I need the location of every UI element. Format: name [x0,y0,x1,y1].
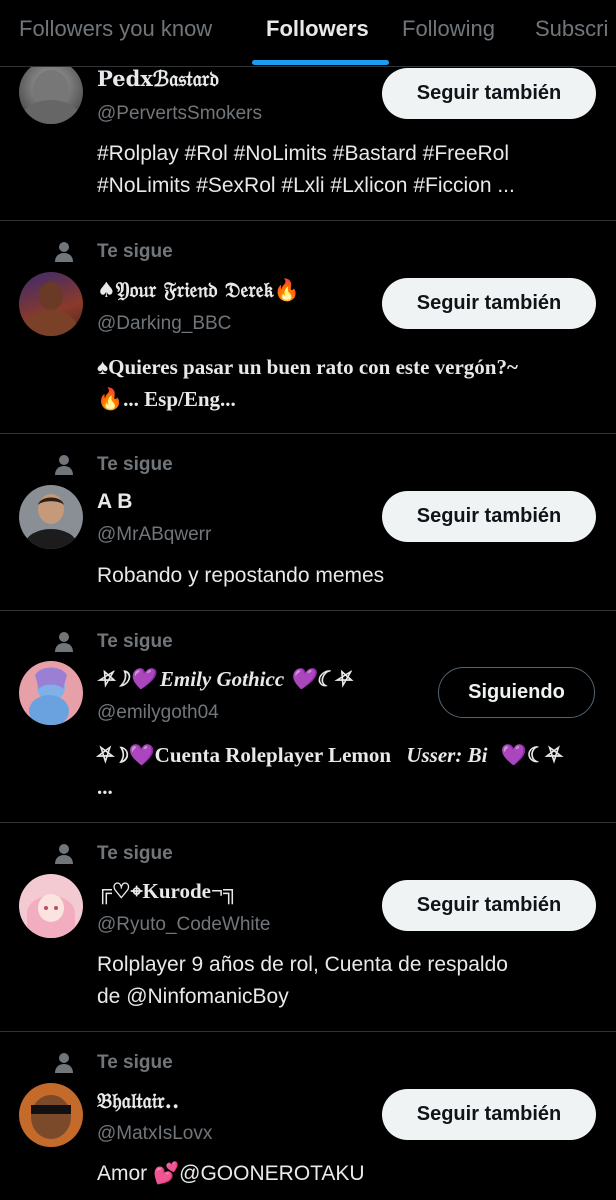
display-name[interactable]: ♠𝔜𝔬𝔲𝔯 𝔉𝔯𝔦𝔢𝔫𝔡 𝔇𝔢𝔯𝔢𝔨🔥 [97,277,300,303]
follows-you-label: Te sigue [97,241,173,262]
avatar-image [27,894,75,938]
follow-back-button[interactable]: Seguir también [382,278,596,329]
user-handle[interactable]: @Darking_BBC [97,313,231,335]
follows-you-label: Te sigue [97,843,173,864]
follow-back-button[interactable]: Seguir también [382,880,596,931]
bio-line: Amor 💕@GOONEROTAKU [97,1162,365,1185]
avatar-image [29,667,69,725]
follower-row[interactable]: Pedxℬ𝔞𝔰𝔱𝔞𝔯𝔡 @PervertsSmokers Seguir tamb… [0,66,616,221]
user-bio: Robando y repostando memes [97,560,596,592]
bio-line: 🔥... Esp/Eng... [97,387,236,411]
person-icon [55,1053,73,1073]
avatar[interactable] [19,661,83,725]
display-name[interactable]: ⛧☽💜 Emily Gothicc 💜☾⛧ [97,667,351,692]
avatar-image [31,1095,71,1139]
bio-line: ... [97,775,113,799]
follows-you-label: Te sigue [97,631,173,652]
follow-back-button[interactable]: Seguir también [382,1089,596,1140]
avatar[interactable] [19,874,83,938]
active-tab-indicator [252,60,389,65]
bio-line: ♠Quieres pasar un buen rato con este ver… [97,355,518,379]
person-icon [55,844,73,864]
person-icon [55,455,73,475]
follows-you-context: Te sigue [54,452,173,478]
tab-subscriptions[interactable]: Subscri [535,16,608,42]
display-name[interactable]: A B [97,490,132,514]
person-icon [55,242,73,262]
follow-back-button[interactable]: Seguir también [382,68,596,119]
avatar[interactable] [19,485,83,549]
follower-row[interactable]: Te sigue ╔♡⌖Kurode¬╗ @Ryuto_CodeWhite Se… [0,823,616,1032]
avatar[interactable] [19,272,83,336]
user-bio: Amor 💕@GOONEROTAKU [97,1158,596,1190]
following-button[interactable]: Siguiendo [438,667,595,718]
tab-followers-you-know[interactable]: Followers you know [19,16,212,42]
user-bio: Rolplayer 9 años de rol, Cuenta de respa… [97,949,596,1013]
person-icon [55,632,73,652]
display-name[interactable]: ╔♡⌖Kurode¬╗ [97,879,238,904]
user-bio: ♠Quieres pasar un buen rato con este ver… [97,351,596,415]
avatar-image [23,70,79,124]
follows-you-label: Te sigue [97,454,173,475]
user-handle[interactable]: @MatxIsLovx [97,1123,212,1145]
follows-you-label: Te sigue [97,1052,173,1073]
bio-line: #Rolplay #Rol #NoLimits #Bastard #FreeRo… [97,142,510,165]
bio-line: Robando y repostando memes [97,564,385,587]
bio-line: ⛧☽💜Cuenta Roleplayer Lemon Usser: Bi 💜☾⛧ [97,739,596,771]
tab-following[interactable]: Following [402,16,495,42]
profile-tab-bar: Followers you know Followers Following S… [0,0,616,67]
follower-row[interactable]: Te sigue ⛧☽💜 Emily Gothicc 💜☾⛧ @emilygot… [0,611,616,823]
follower-row[interactable]: Te sigue 𝔅𝔥𝔞𝔩𝔱𝔞𝔦𝔯.. @MatxIsLovx Seguir t… [0,1032,616,1200]
follows-you-context: Te sigue [54,629,173,655]
follow-back-button[interactable]: Seguir también [382,491,596,542]
display-name[interactable]: Pedxℬ𝔞𝔰𝔱𝔞𝔯𝔡 [97,66,219,92]
display-name[interactable]: 𝔅𝔥𝔞𝔩𝔱𝔞𝔦𝔯.. [97,1088,179,1114]
user-handle[interactable]: @PervertsSmokers [97,103,262,125]
bio-line: Rolplayer 9 años de rol, Cuenta de respa… [97,953,508,976]
follows-you-context: Te sigue [54,1050,173,1076]
bio-line: de @NinfomanicBoy [97,985,289,1008]
user-bio: #Rolplay #Rol #NoLimits #Bastard #FreeRo… [97,138,596,202]
user-handle[interactable]: @MrABqwerr [97,524,211,546]
user-handle[interactable]: @emilygoth04 [97,702,219,724]
follower-row[interactable]: Te sigue A B @MrABqwerr Seguir también R… [0,434,616,611]
bio-line: #NoLimits #SexRol #Lxli #Lxlicon #Ficcio… [97,174,515,197]
bio-segment: ⛧☽💜Cuenta Roleplayer Lemon [97,743,392,767]
bio-segment: 💜☾⛧ [500,743,563,767]
follows-you-context: Te sigue [54,239,173,265]
tab-followers[interactable]: Followers [266,16,369,42]
user-handle[interactable]: @Ryuto_CodeWhite [97,914,270,936]
avatar[interactable] [19,1083,83,1147]
avatar-image [25,282,77,336]
follows-you-context: Te sigue [54,841,173,867]
follower-row[interactable]: Te sigue ♠𝔜𝔬𝔲𝔯 𝔉𝔯𝔦𝔢𝔫𝔡 𝔇𝔢𝔯𝔢𝔨🔥 @Darking_BB… [0,221,616,434]
avatar-image [25,494,77,549]
user-bio: ⛧☽💜Cuenta Roleplayer Lemon Usser: Bi 💜☾⛧… [97,739,596,803]
avatar[interactable] [19,66,83,124]
bio-segment: Usser: Bi [406,743,488,767]
